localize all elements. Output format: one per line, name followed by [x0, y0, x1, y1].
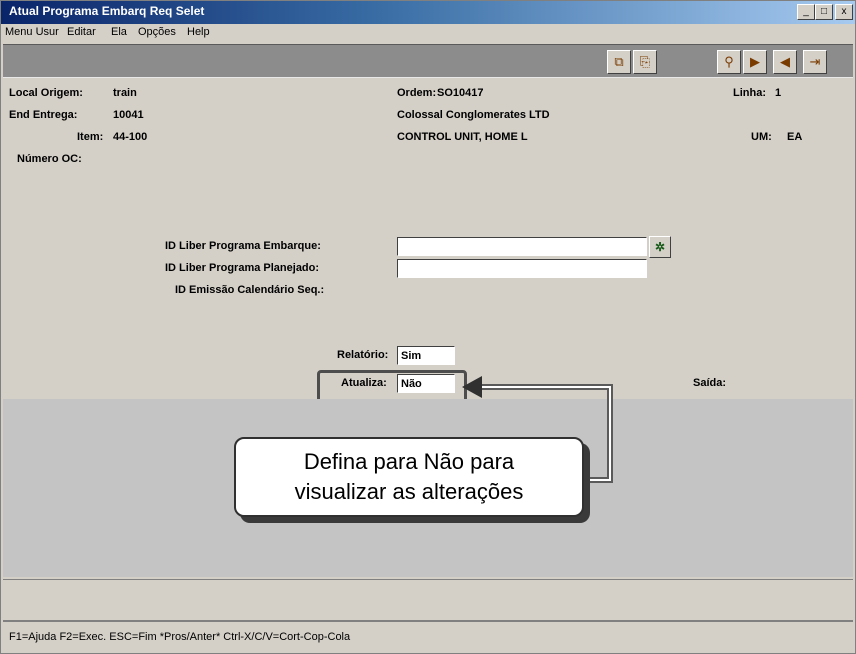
paste-icon[interactable]: ⎘	[633, 50, 657, 74]
toolbar-spacer	[659, 50, 693, 72]
callout-box: Defina para Não para visualizar as alter…	[234, 437, 584, 517]
linha-value: 1	[775, 87, 782, 99]
find-icon[interactable]: ✲	[649, 236, 671, 258]
application-window: Atual Programa Embarq Req Selet _ □ x Me…	[0, 0, 856, 654]
menu-bar: Menu Usur Editar Ela Opções Help	[1, 24, 855, 42]
id-liber-embarque-label: ID Liber Programa Embarque:	[165, 240, 321, 252]
linha-label: Linha:	[733, 87, 766, 99]
copy-icon[interactable]: ⧉	[607, 50, 631, 74]
relatorio-label: Relatório:	[337, 349, 389, 361]
find-icon[interactable]: ⚲	[717, 50, 741, 74]
menu-item-editar[interactable]: Editar	[67, 26, 96, 38]
saida-label: Saída:	[693, 377, 727, 389]
status-bar: F1=Ajuda F2=Exec. ESC=Fim *Pros/Anter* C…	[3, 621, 853, 652]
id-liber-planejado-label: ID Liber Programa Planejado:	[165, 262, 320, 274]
relatorio-field[interactable]: Sim	[397, 346, 455, 365]
exit-icon[interactable]: ⇥	[803, 50, 827, 74]
close-button[interactable]: x	[835, 4, 853, 20]
menu-item-help[interactable]: Help	[187, 26, 210, 38]
window-title: Atual Programa Embarq Req Selet	[9, 4, 205, 18]
item-value: 44-100	[113, 131, 148, 143]
callout-line-2: visualizar as alterações	[294, 479, 524, 504]
maximize-button[interactable]: □	[815, 4, 833, 20]
ordem-value: SO10417	[437, 87, 484, 99]
local-origem-label: Local Origem:	[9, 87, 83, 99]
end-entrega-label: End Entrega:	[9, 109, 78, 121]
menu-item-opcoes[interactable]: Opções	[138, 26, 176, 38]
item-label: Item:	[77, 131, 104, 143]
atualiza-field[interactable]: Não	[397, 374, 455, 393]
um-label: UM:	[751, 131, 772, 143]
next-icon[interactable]: ▶	[743, 50, 767, 74]
company-name: Colossal Conglomerates LTD	[397, 109, 550, 121]
id-emissao-label: ID Emissão Calendário Seq.:	[175, 284, 325, 296]
id-liber-planejado-input[interactable]	[397, 259, 647, 278]
toolbar: ⧉ ⎘ ⚲ ▶ ◀ ⇥	[3, 44, 853, 78]
ordem-label: Ordem:	[397, 87, 437, 99]
id-liber-embarque-input[interactable]	[397, 237, 647, 256]
prev-icon[interactable]: ◀	[773, 50, 797, 74]
atualiza-label: Atualiza:	[341, 377, 387, 389]
title-bar: Atual Programa Embarq Req Selet _ □ x	[1, 1, 855, 24]
form-area: Local Origem: train Ordem: SO10417 Linha…	[3, 79, 853, 404]
status-text: F1=Ajuda F2=Exec. ESC=Fim *Pros/Anter* C…	[9, 631, 351, 643]
minimize-button[interactable]: _	[797, 4, 815, 20]
um-value: EA	[787, 131, 803, 143]
menu-item-ela[interactable]: Ela	[111, 26, 127, 38]
end-entrega-value: 10041	[113, 109, 144, 121]
message-bar	[3, 579, 853, 621]
numero-oc-label: Número OC:	[17, 153, 82, 165]
item-description: CONTROL UNIT, HOME L	[397, 131, 528, 143]
menu-item-menu-usur[interactable]: Menu Usur	[5, 26, 59, 38]
callout-line-1: Defina para Não para	[303, 449, 515, 474]
local-origem-value: train	[113, 87, 137, 99]
